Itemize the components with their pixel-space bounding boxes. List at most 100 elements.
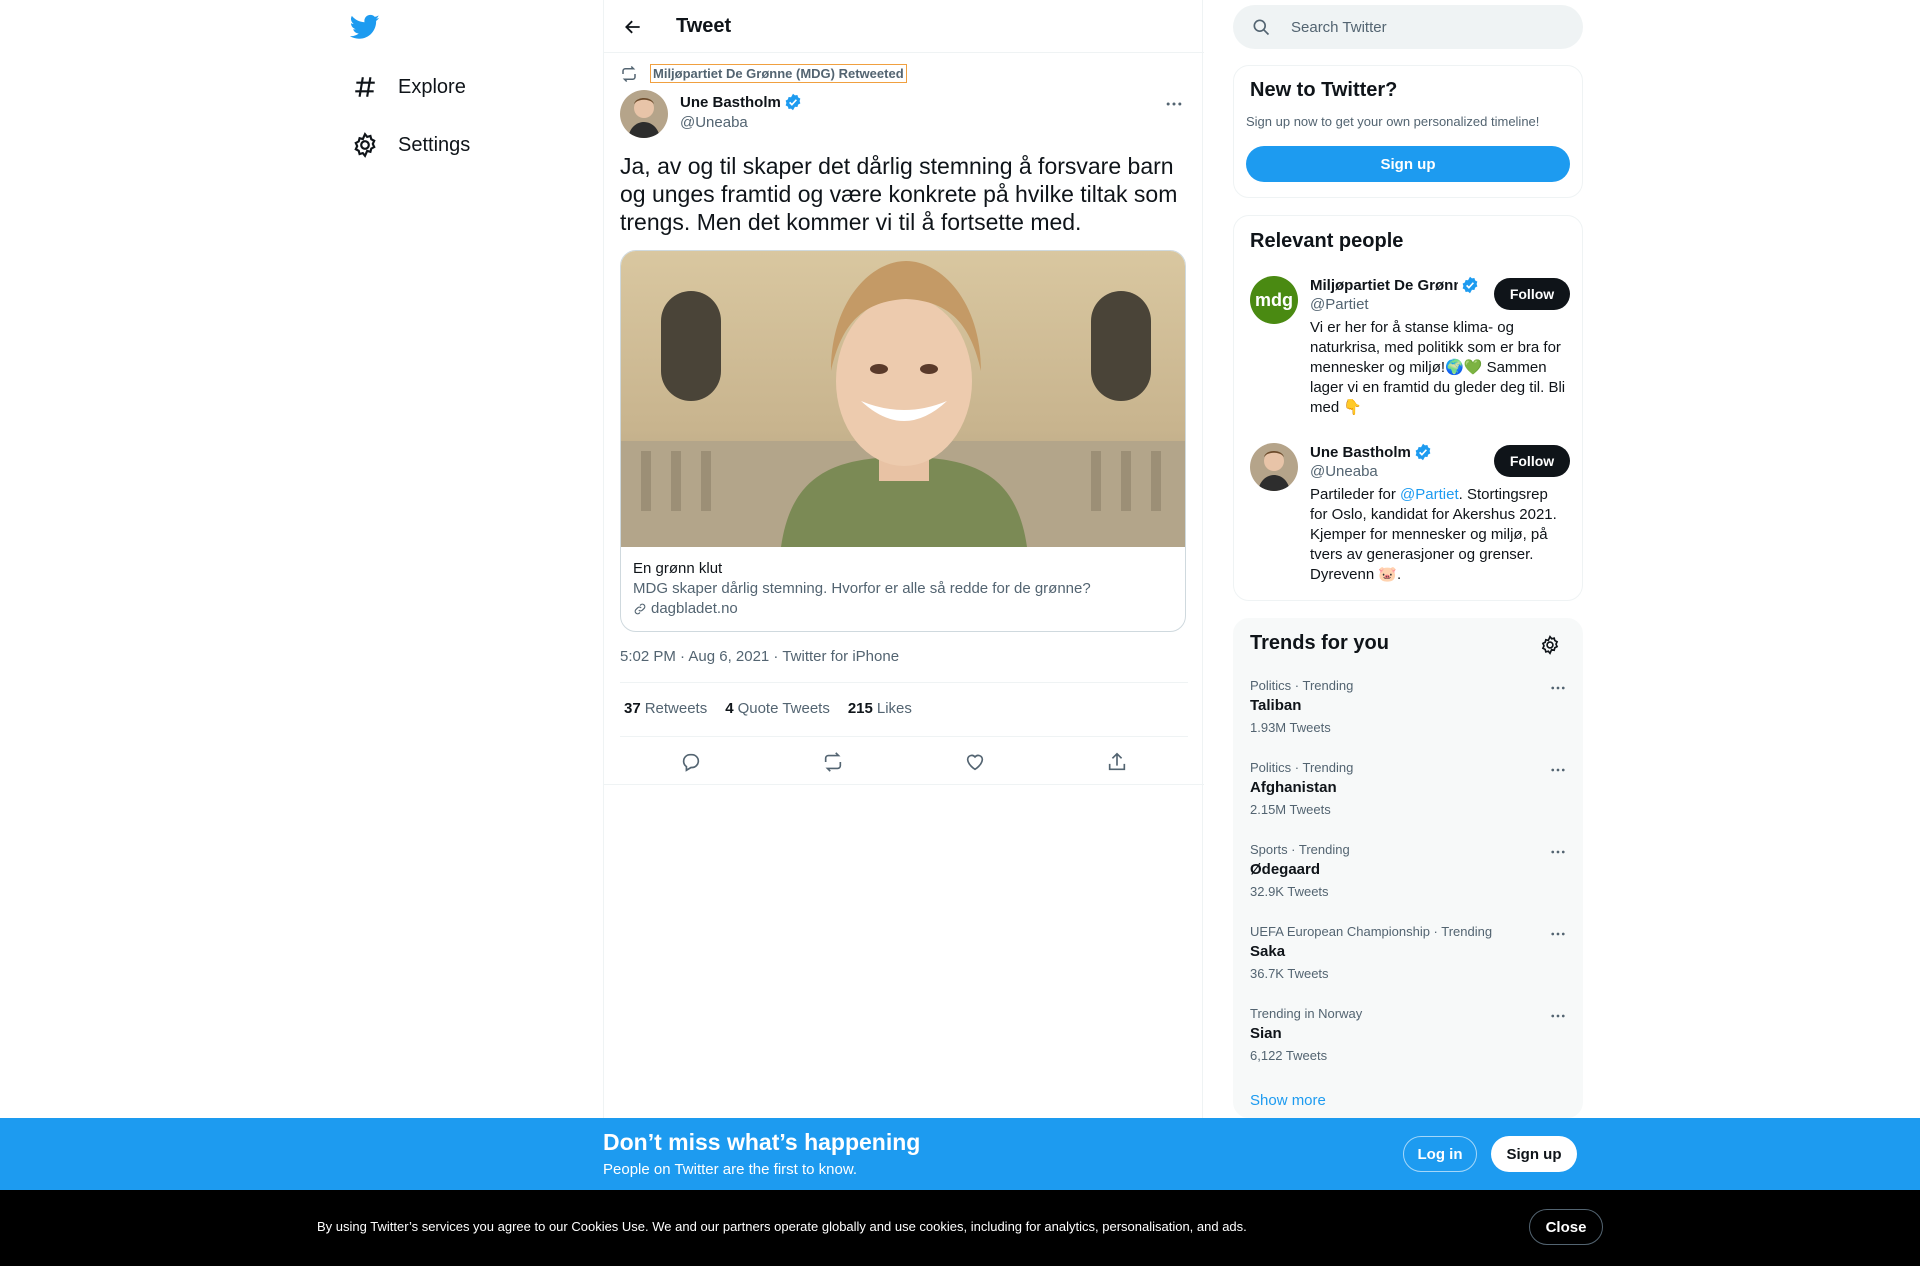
likes-label: Likes [876,700,912,717]
more-options-button[interactable] [1546,760,1570,780]
quotes-label: Quote Tweets [737,700,830,717]
banner-subtitle: People on Twitter are the first to know. [603,1161,858,1178]
trend-meta: Politics · Trending [1250,678,1354,693]
tweet-text: Ja, av og til skaper det dårlig stemning… [620,153,1178,235]
follow-button[interactable]: Follow [1494,445,1570,477]
person-name[interactable]: Miljøpartiet De Grønne [1310,276,1479,294]
search-placeholder: Search Twitter [1291,18,1387,36]
banner-title: Don’t miss what’s happening [603,1129,921,1155]
avatar-text: mdg [1255,290,1293,310]
nav-settings-label: Settings [398,133,471,156]
retweet-icon [824,752,842,772]
close-button[interactable]: Close [1529,1209,1603,1245]
likes-count: 215 [847,700,873,717]
share-button[interactable] [1100,745,1134,779]
trend-count: 1.93M Tweets [1250,720,1331,735]
card-body: En grønn klut MDG skaper dårlig stemning… [633,559,1173,619]
card-description: MDG skaper dårlig stemning. Hvorfor er a… [633,580,1091,597]
person-name-text: Miljøpartiet De Grønne [1310,276,1458,294]
author-handle[interactable]: @Uneaba [680,114,748,131]
back-button[interactable] [618,12,648,42]
gear-icon [1541,635,1559,655]
like-button[interactable] [958,745,992,779]
divider [620,736,1188,737]
person-handle[interactable]: @Partiet [1310,296,1369,313]
more-icon [1551,768,1565,772]
heart-icon [966,754,984,771]
quotes-count: 4 [725,700,734,717]
tweet-header: Tweet [604,0,1204,53]
author-name[interactable]: Une Bastholm [680,93,802,111]
verified-icon [1415,443,1431,461]
more-options-button[interactable] [1546,678,1570,698]
retweets-count: 37 [624,700,641,717]
quotes-stat[interactable]: 4 Quote Tweets [725,700,830,717]
card-title: En grønn klut [633,560,723,577]
show-more-link[interactable]: Show more [1250,1092,1326,1109]
trend-meta: Politics · Trending [1250,760,1354,775]
share-icon [1108,752,1126,771]
follow-button[interactable]: Follow [1494,278,1570,310]
tweet-timestamp[interactable]: 5:02 PM · Aug 6, 2021 · Twitter for iPho… [620,648,899,665]
trend-count: 6,122 Tweets [1250,1048,1328,1063]
person-name-text: Une Bastholm [1310,443,1411,461]
new-to-twitter-panel: New to Twitter? Sign up now to get your … [1233,65,1583,198]
trends-panel: Trends for you Politics · Trending Talib… [1233,618,1583,1118]
trend-item[interactable]: Politics · Trending Afghanistan 2.15M Tw… [1250,760,1570,818]
divider [620,682,1188,683]
trend-item[interactable]: Sports · Trending Ødegaard 32.9K Tweets [1250,842,1570,900]
likes-stat[interactable]: 215 Likes [848,700,912,717]
retweets-stat[interactable]: 37 Retweets [624,700,707,717]
trends-settings-button[interactable] [1538,633,1562,657]
card-domain-text: dagbladet.no [651,600,738,617]
trend-name: Ødegaard [1250,861,1321,878]
panel-subtitle: Sign up now to get your own personalized… [1246,114,1540,129]
nav-settings[interactable]: Settings [352,125,470,165]
sign-up-button[interactable]: Sign up [1491,1136,1577,1172]
tweet-actions [620,745,1188,779]
divider [604,784,1204,785]
retweeted-by-link[interactable]: Miljøpartiet De Grønne (MDG) Retweeted [650,64,907,83]
gear-icon [354,132,376,158]
log-in-button[interactable]: Log in [1403,1136,1477,1172]
author-name-text: Une Bastholm [680,93,781,111]
panel-title: New to Twitter? [1250,79,1398,101]
avatar[interactable] [1250,443,1298,491]
retweet-button[interactable] [816,745,850,779]
verified-icon [1462,276,1478,294]
avatar[interactable] [620,90,668,138]
retweet-context: Miljøpartiet De Grønne (MDG) Retweeted [620,64,907,83]
bio-text: Partileder for [1310,486,1401,503]
arrow-left-icon [625,20,640,34]
mention-link[interactable]: @Partiet [1400,486,1459,503]
link-icon [634,603,646,615]
trend-item[interactable]: Trending in Norway Sian 6,122 Tweets [1250,1006,1570,1064]
more-icon [1551,932,1565,936]
trend-item[interactable]: UEFA European Championship · Trending Sa… [1250,924,1570,982]
sign-up-button[interactable]: Sign up [1246,146,1570,182]
more-icon [1551,1014,1565,1018]
trend-name: Saka [1250,943,1286,960]
search-input[interactable]: Search Twitter [1233,5,1583,49]
trend-count: 32.9K Tweets [1250,884,1329,899]
reply-icon [682,753,700,772]
avatar[interactable]: mdg [1250,276,1298,324]
more-options-button[interactable] [1546,924,1570,944]
nav-explore[interactable]: Explore [352,67,466,107]
reply-button[interactable] [674,745,708,779]
person-handle[interactable]: @Uneaba [1310,463,1378,480]
more-options-button[interactable] [1546,1006,1570,1026]
more-options-button[interactable] [1162,92,1186,116]
trend-name: Afghanistan [1250,779,1337,796]
trend-count: 2.15M Tweets [1250,802,1331,817]
more-options-button[interactable] [1546,842,1570,862]
nav-explore-label: Explore [398,75,466,98]
trend-item[interactable]: Politics · Trending Taliban 1.93M Tweets [1250,678,1570,736]
person-name[interactable]: Une Bastholm [1310,443,1432,461]
twitter-bird-icon[interactable] [349,12,382,44]
cookie-text: By using Twitter’s services you agree to… [317,1219,1247,1234]
panel-title: Trends for you [1250,632,1389,654]
link-card[interactable]: En grønn klut MDG skaper dårlig stemning… [620,250,1186,632]
card-image [621,251,1185,547]
trend-meta: UEFA European Championship · Trending [1250,924,1493,939]
